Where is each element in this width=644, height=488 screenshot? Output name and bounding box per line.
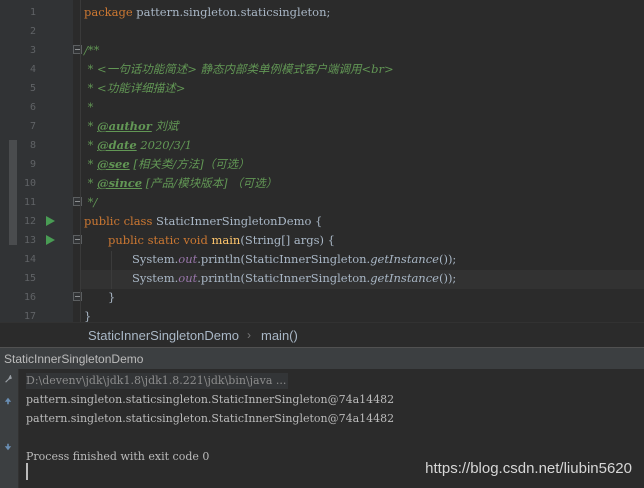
static-method-call: getInstance	[370, 271, 439, 285]
watermark: https://blog.csdn.net/liubin5620	[425, 460, 632, 477]
code-line-14[interactable]: System.out.println(StaticInnerSingleton.…	[132, 250, 456, 269]
code-text: }	[84, 309, 92, 322]
run-console[interactable]: D:\devenv\jdk\jdk1.8\jdk1.8.221\jdk\bin\…	[0, 369, 644, 488]
keyword: package	[84, 5, 133, 19]
doc-comment: 刘斌	[151, 119, 179, 133]
arrow-down-icon[interactable]	[3, 443, 13, 451]
doc-comment: [相关类/方法]（可选）	[129, 157, 250, 171]
doc-comment: *	[84, 100, 94, 114]
doc-comment: [产品/模块版本] （可选）	[142, 176, 278, 190]
breadcrumb-separator: ›	[247, 328, 251, 342]
run-tab[interactable]: StaticInnerSingletonDemo	[0, 347, 644, 370]
line-number: 11	[23, 197, 36, 208]
static-field: out	[178, 271, 198, 285]
code-line-7[interactable]: * @author 刘斌	[84, 117, 179, 136]
line-number: 9	[29, 159, 36, 170]
code-line-15[interactable]: System.out.println(StaticInnerSingleton.…	[132, 269, 456, 288]
code-line-11[interactable]: */	[84, 193, 98, 212]
doc-comment: *	[84, 119, 98, 133]
doc-comment: * <功能详细描述>	[84, 81, 186, 95]
code-line-13[interactable]: public static void main(String[] args) {	[108, 231, 335, 250]
line-number-gutter[interactable]: 1 2 3 4 5 6 7 8 9 10 11 12 13 14 15 16 1…	[0, 0, 82, 322]
method-name: main	[211, 233, 241, 247]
code-text: System.	[132, 271, 179, 285]
console-output-line: pattern.singleton.staticsingleton.Static…	[26, 412, 395, 425]
line-number: 2	[29, 26, 36, 37]
doc-comment: *	[84, 138, 98, 152]
code-text: ());	[438, 252, 457, 266]
line-number: 7	[29, 121, 36, 132]
code-text: StaticInnerSingletonDemo {	[152, 214, 323, 228]
console-caret	[26, 463, 28, 480]
keyword: public static void	[108, 233, 208, 247]
line-number: 1	[29, 7, 36, 18]
line-number: 6	[29, 102, 36, 113]
run-arrow-icon[interactable]	[46, 235, 55, 245]
breadcrumb: StaticInnerSingletonDemo › main()	[0, 322, 644, 348]
doc-tag: @see	[97, 157, 130, 171]
code-text: }	[108, 290, 116, 304]
indent-guide	[111, 251, 112, 289]
line-number: 13	[23, 235, 36, 246]
code-text: System.	[132, 252, 179, 266]
breadcrumb-class[interactable]: StaticInnerSingletonDemo	[88, 328, 239, 343]
doc-comment: */	[84, 195, 98, 209]
code-text: .println(StaticInnerSingleton.	[197, 252, 371, 266]
console-output-line: pattern.singleton.staticsingleton.Static…	[26, 393, 395, 406]
code-line-6[interactable]: *	[84, 98, 94, 117]
doc-tag: @since	[97, 176, 143, 190]
run-tab-title: StaticInnerSingletonDemo	[4, 352, 144, 366]
code-line-3[interactable]: /**	[84, 41, 99, 60]
code-line-4[interactable]: * <一句话功能简述> 静态内部类单例模式客户端调用<br>	[84, 60, 394, 79]
doc-comment: *	[84, 176, 98, 190]
line-number: 12	[23, 216, 36, 227]
code-line-8[interactable]: * @date 2020/3/1	[84, 136, 192, 155]
console-exit-message: Process finished with exit code 0	[26, 450, 210, 463]
code-line-16[interactable]: }	[108, 288, 115, 307]
arrow-up-icon[interactable]	[3, 397, 13, 405]
code-line-9[interactable]: * @see [相关类/方法]（可选）	[84, 155, 250, 174]
doc-tag: @date	[97, 138, 137, 152]
code-line-10[interactable]: * @since [产品/模块版本] （可选）	[84, 174, 278, 193]
line-number: 5	[29, 83, 36, 94]
code-line-1[interactable]: package pattern.singleton.staticsingleto…	[84, 3, 330, 22]
code-line-12[interactable]: public class StaticInnerSingletonDemo {	[84, 212, 322, 231]
code-text: (String[] args) {	[240, 233, 335, 247]
doc-comment: /**	[84, 43, 100, 57]
line-number: 10	[23, 178, 36, 189]
doc-comment: * <一句话功能简述> 静态内部类单例模式客户端调用<br>	[84, 62, 394, 76]
line-number: 3	[29, 45, 36, 56]
line-number: 15	[23, 273, 36, 284]
wrench-icon[interactable]	[3, 375, 13, 383]
console-toolbar	[0, 369, 19, 488]
code-line-5[interactable]: * <功能详细描述>	[84, 79, 186, 98]
line-number: 4	[29, 64, 36, 75]
line-number: 16	[23, 292, 36, 303]
doc-comment: 2020/3/1	[136, 138, 192, 152]
breadcrumb-method[interactable]: main()	[261, 328, 298, 343]
run-arrow-icon[interactable]	[46, 216, 55, 226]
code-text: .println(StaticInnerSingleton.	[197, 271, 371, 285]
line-number: 14	[23, 254, 36, 265]
keyword: public class	[84, 214, 153, 228]
code-editor[interactable]: 1 2 3 4 5 6 7 8 9 10 11 12 13 14 15 16 1…	[0, 0, 644, 322]
static-field: out	[178, 252, 198, 266]
console-command[interactable]: D:\devenv\jdk\jdk1.8\jdk1.8.221\jdk\bin\…	[26, 373, 289, 389]
doc-comment: *	[84, 157, 98, 171]
code-line-17[interactable]: }	[84, 307, 91, 322]
static-method-call: getInstance	[370, 252, 439, 266]
line-number: 17	[23, 311, 36, 322]
code-text: pattern.singleton.staticsingleton;	[132, 5, 331, 19]
code-text: ());	[438, 271, 457, 285]
line-number: 8	[29, 140, 36, 151]
doc-tag: @author	[97, 119, 152, 133]
